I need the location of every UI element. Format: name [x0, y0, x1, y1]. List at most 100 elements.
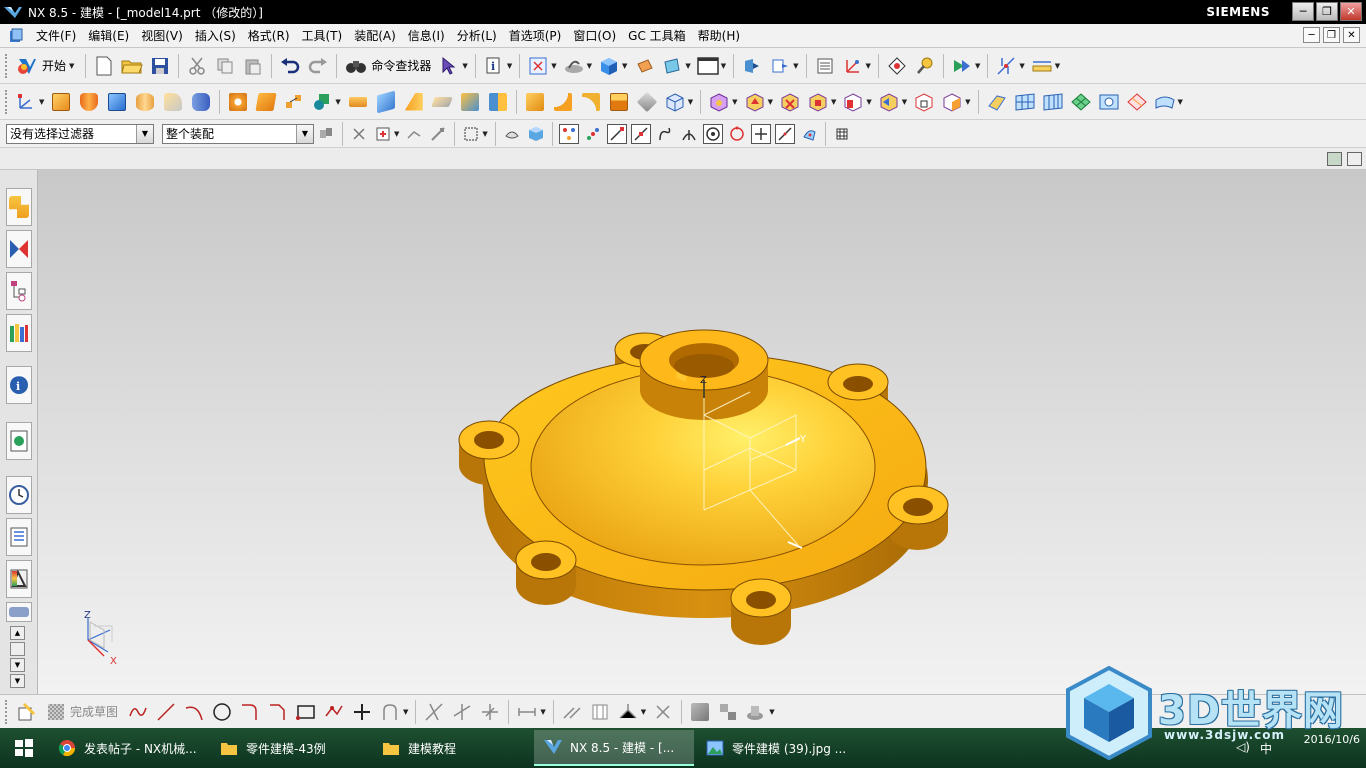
reattach-button[interactable]: [688, 700, 712, 724]
command-finder-button[interactable]: 命令查找器: [341, 57, 435, 75]
info-button[interactable]: i: [482, 54, 506, 78]
select-features-button[interactable]: [373, 124, 393, 144]
mid-point-button[interactable]: [630, 123, 651, 144]
studio-surface-button[interactable]: [1069, 90, 1093, 114]
view-section-button[interactable]: [950, 54, 974, 78]
surface-through-curves-button[interactable]: [985, 90, 1009, 114]
cut-button[interactable]: [185, 54, 209, 78]
fillet-button[interactable]: [238, 700, 262, 724]
make-corner-button[interactable]: [478, 700, 502, 724]
variable-blend-button[interactable]: [579, 90, 603, 114]
quick-trim-button[interactable]: [422, 700, 446, 724]
chamfer-button[interactable]: [430, 90, 454, 114]
boss-button[interactable]: [254, 90, 278, 114]
rectangle-select-button[interactable]: [461, 124, 481, 144]
hole-button[interactable]: [226, 90, 250, 114]
snap-point-button[interactable]: [994, 54, 1018, 78]
constraint-navigator-tab[interactable]: [6, 230, 32, 268]
linked-face-button[interactable]: [940, 90, 964, 114]
part-model-view[interactable]: Z Y Z X: [38, 170, 1366, 694]
draft-button[interactable]: [402, 90, 426, 114]
doc-close-button[interactable]: ✕: [1343, 27, 1360, 43]
minimize-button[interactable]: ─: [1292, 2, 1314, 21]
pocket-button[interactable]: [346, 90, 370, 114]
new-file-button[interactable]: [92, 54, 116, 78]
move-object-button[interactable]: [885, 54, 909, 78]
polygon-button[interactable]: [322, 700, 346, 724]
windows-start-button[interactable]: [0, 728, 48, 768]
ruled-surface-button[interactable]: [1041, 90, 1065, 114]
render-style-button[interactable]: [632, 54, 656, 78]
general-select-button[interactable]: [349, 124, 369, 144]
trim-body-button[interactable]: [458, 90, 482, 114]
select-edge-button[interactable]: [428, 124, 448, 144]
system-materials-tab[interactable]: [6, 518, 32, 556]
selection-scope-select[interactable]: 整个装配 ▼: [162, 123, 314, 144]
revolve-button[interactable]: [77, 90, 101, 114]
snap-settings-button[interactable]: [583, 124, 603, 144]
history-tab[interactable]: [6, 476, 32, 514]
type-filter-select[interactable]: 没有选择过滤器 ▼: [6, 123, 154, 144]
assembly-navigator-tab[interactable]: [6, 188, 32, 226]
taskbar-item-active[interactable]: NX 8.5 - 建模 - [...: [534, 730, 694, 766]
boolean-unite-button[interactable]: [189, 90, 213, 114]
orient-view-button[interactable]: [597, 54, 621, 78]
graphics-window[interactable]: Z Y Z X: [38, 170, 1366, 694]
through-curve-mesh-button[interactable]: [1013, 90, 1037, 114]
scale-body-button[interactable]: [635, 90, 659, 114]
menu-format[interactable]: 格式(R): [242, 25, 296, 47]
taskbar-item[interactable]: 零件建模-43例: [210, 730, 370, 766]
menu-edit[interactable]: 编辑(E): [82, 25, 135, 47]
fit-view-button[interactable]: [526, 54, 550, 78]
menu-window[interactable]: 窗口(O): [567, 25, 622, 47]
split-body-button[interactable]: [486, 90, 510, 114]
n-sided-surface-button[interactable]: [1097, 90, 1121, 114]
wrap-geometry-button[interactable]: [663, 90, 687, 114]
menu-preferences[interactable]: 首选项(P): [503, 25, 568, 47]
quick-extend-button[interactable]: [450, 700, 474, 724]
reuse-library-tab[interactable]: [6, 314, 32, 352]
doc-minimize-button[interactable]: ─: [1303, 27, 1320, 43]
rectangle-button[interactable]: [294, 700, 318, 724]
select-solid-button[interactable]: [526, 124, 546, 144]
sketch-task-button[interactable]: [14, 700, 38, 724]
work-layer-button[interactable]: [768, 54, 792, 78]
end-point-button[interactable]: [606, 123, 627, 144]
input-language[interactable]: 中: [1260, 740, 1272, 757]
quadrant-point-button[interactable]: [727, 124, 747, 144]
menu-insert[interactable]: 插入(S): [189, 25, 242, 47]
menu-view[interactable]: 视图(V): [135, 25, 189, 47]
menu-help[interactable]: 帮助(H): [692, 25, 746, 47]
update-model-button[interactable]: [744, 700, 768, 724]
resource-scroll-up[interactable]: ▲: [10, 626, 25, 640]
dimension-button[interactable]: [515, 700, 539, 724]
snap-enable-button[interactable]: [558, 123, 579, 144]
menu-file[interactable]: 文件(F): [30, 25, 82, 47]
pattern-button[interactable]: [282, 90, 306, 114]
open-file-button[interactable]: [120, 54, 144, 78]
close-button[interactable]: ✕: [1340, 2, 1362, 21]
taskbar-item[interactable]: 发表帖子 - NX机械...: [48, 730, 208, 766]
restore-button[interactable]: ❐: [1316, 2, 1338, 21]
shell-button[interactable]: [374, 90, 398, 114]
bounded-plane-button[interactable]: [1125, 90, 1149, 114]
resize-face-button[interactable]: [841, 90, 865, 114]
layer-settings-button[interactable]: [813, 54, 837, 78]
menu-analysis[interactable]: 分析(L): [451, 25, 503, 47]
maximize-view-icon[interactable]: [1347, 152, 1362, 166]
paste-button[interactable]: [241, 54, 265, 78]
cylinder-button[interactable]: [133, 90, 157, 114]
undo-button[interactable]: [278, 54, 302, 78]
measure-tool-button[interactable]: [913, 54, 937, 78]
resource-scroll-track[interactable]: [10, 642, 25, 656]
bounded-grid-button[interactable]: [832, 124, 852, 144]
clock[interactable]: 2016/10/6: [1304, 732, 1360, 747]
background-button[interactable]: [696, 54, 720, 78]
web-browser-tab[interactable]: i: [6, 366, 32, 404]
redo-button[interactable]: [306, 54, 330, 78]
resource-scroll-down[interactable]: ▼: [10, 658, 25, 672]
assembly-filter-button[interactable]: [316, 124, 336, 144]
control-point-button[interactable]: [655, 124, 675, 144]
replace-face-button[interactable]: [806, 90, 830, 114]
arc-center-button[interactable]: [702, 123, 723, 144]
